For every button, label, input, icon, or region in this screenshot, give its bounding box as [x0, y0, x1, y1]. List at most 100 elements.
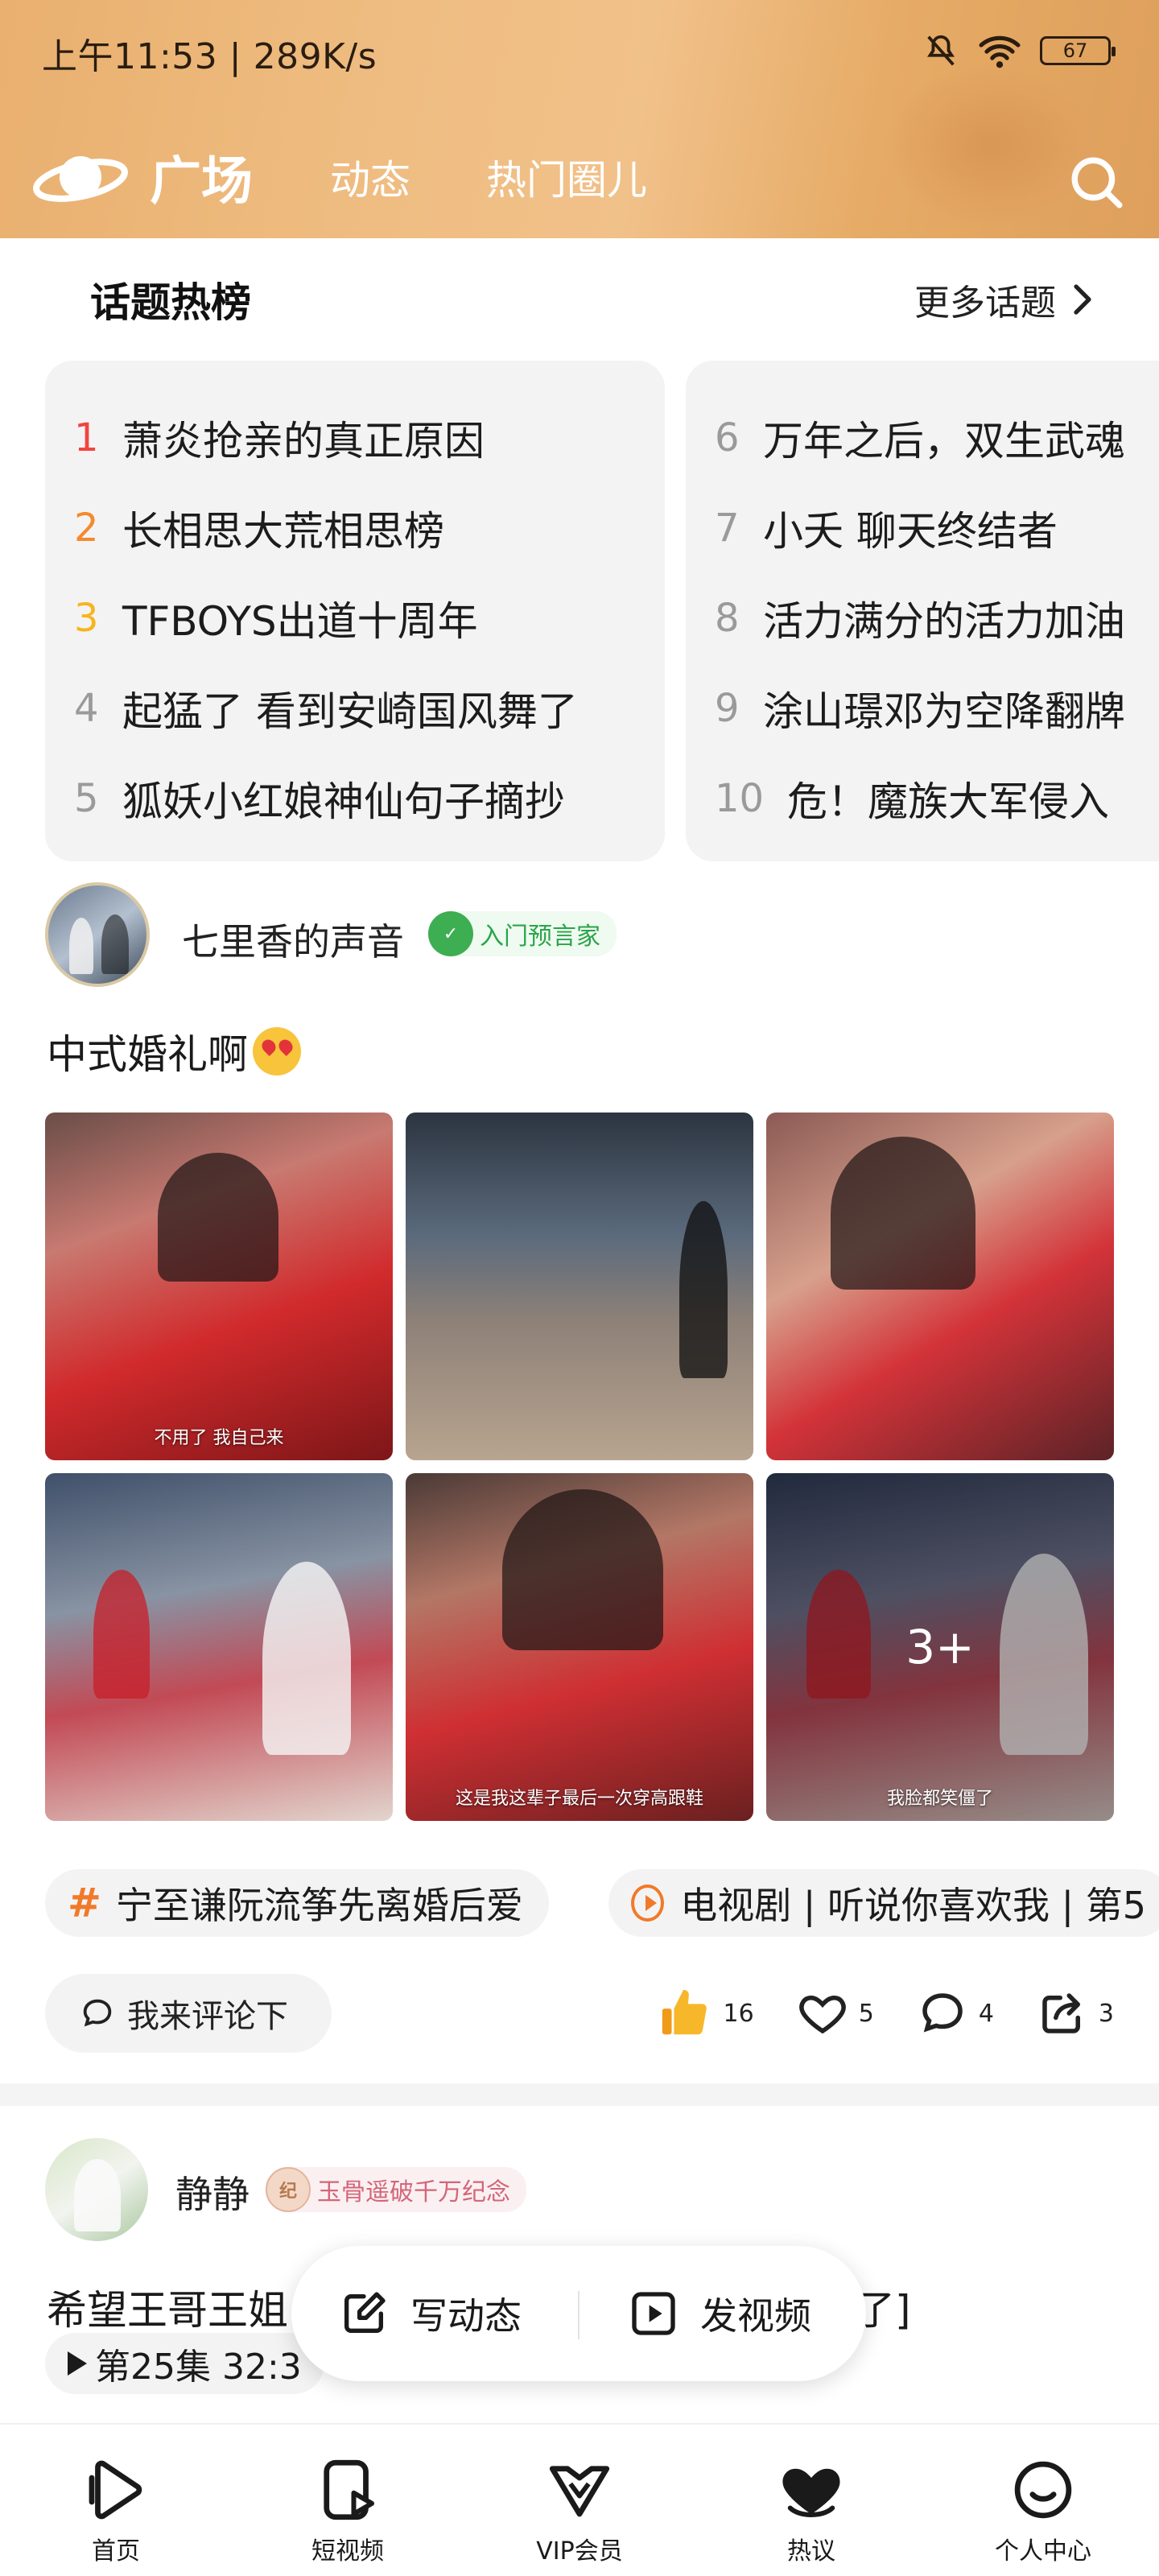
more-topics-label: 更多话题: [914, 283, 1056, 324]
tab-label: 热议: [787, 2537, 835, 2566]
share-button[interactable]: 3: [1036, 1987, 1114, 2040]
comment-icon: [922, 1993, 963, 2033]
smiley-profile-icon: [1014, 2461, 1072, 2519]
compose-floating-bar: 写动态 发视频: [291, 2246, 866, 2381]
badge-label: 玉骨遥破千万纪念: [317, 2178, 510, 2207]
topic-text: 小夭 聊天终结者: [763, 508, 1058, 555]
topic-item[interactable]: 3 TFBOYS出道十周年: [74, 573, 665, 663]
post-body: 中式婚礼啊: [47, 1031, 248, 1078]
comment-button[interactable]: 4: [916, 1987, 994, 2040]
topic-text: 长相思大荒相思榜: [122, 508, 444, 555]
heart-icon: [798, 1995, 846, 2034]
more-images-overlay[interactable]: 3+: [766, 1473, 1114, 1821]
topic-item[interactable]: 1 萧炎抢亲的真正原因: [74, 393, 665, 483]
vip-crown-icon: [549, 2466, 610, 2517]
play-icon: [68, 2351, 87, 2376]
tab-feed[interactable]: 动态: [330, 148, 410, 206]
image-subtitle: 不用了 我自己来: [154, 1428, 284, 1448]
tag-label: 宁至谦阮流筝先离婚后爱: [115, 1884, 523, 1927]
tab-vip[interactable]: VIP会员: [464, 2425, 695, 2576]
topic-item[interactable]: 6 万年之后，双生武魂: [715, 393, 1159, 483]
write-post-button[interactable]: 写动态: [338, 2287, 522, 2340]
image-subtitle: 这是我这辈子最后一次穿高跟鞋: [455, 1789, 703, 1809]
tab-hot-circles[interactable]: 热门圈儿: [486, 148, 647, 206]
post-body[interactable]: 希望王哥王姐: [47, 2278, 288, 2336]
rank-number: 5: [74, 776, 99, 821]
post-image[interactable]: [406, 1113, 753, 1460]
tab-label: 短视频: [311, 2537, 384, 2566]
tab-home[interactable]: 首页: [0, 2425, 232, 2576]
username[interactable]: 静静: [175, 2165, 250, 2219]
search-icon[interactable]: [1067, 153, 1127, 213]
post-image[interactable]: 这是我这辈子最后一次穿高跟鞋: [406, 1473, 753, 1821]
top-nav: 广场 动态 热门圈儿: [32, 137, 1127, 217]
avatar[interactable]: [45, 882, 150, 987]
favorite-count: 5: [858, 1999, 874, 2028]
badge-label: 入门预言家: [480, 923, 600, 951]
post-image[interactable]: [45, 1473, 393, 1821]
rank-number: 8: [715, 596, 740, 641]
topic-text: 涂山璟邓为空降翻牌: [763, 688, 1125, 735]
comment-input-button[interactable]: 我来评论下: [45, 1974, 332, 2053]
topic-text: TFBOYS出道十周年: [122, 598, 478, 645]
heart-filled-icon: [782, 2468, 840, 2517]
post-actions: 16 5 4 3: [616, 1974, 1114, 2053]
tab-hot-discussion[interactable]: 热议: [695, 2425, 927, 2576]
mute-icon: [927, 35, 955, 66]
topic-item[interactable]: 2 长相思大荒相思榜: [74, 483, 665, 573]
play-circle-icon: [631, 1885, 665, 1922]
post-image[interactable]: 3+ 我脸都笑僵了: [766, 1473, 1114, 1821]
tab-short-video[interactable]: 短视频: [232, 2425, 464, 2576]
more-topics-link[interactable]: 更多话题: [914, 274, 1095, 325]
avatar[interactable]: [45, 2138, 148, 2241]
thumbs-up-icon: [662, 1989, 707, 2035]
topic-item[interactable]: 10 危！魔族大军侵入: [715, 753, 1159, 844]
user-badge: 纪 玉骨遥破千万纪念: [266, 2167, 526, 2212]
topic-text: 万年之后，双生武魂: [763, 418, 1125, 464]
status-bar: 上午11:53 | 289K/s 67: [42, 27, 1116, 77]
write-post-label: 写动态: [410, 2294, 522, 2338]
play-home-icon: [89, 2460, 142, 2520]
app-header: 上午11:53 | 289K/s 67 广场 动态 热门圈儿: [0, 0, 1159, 238]
episode-chip[interactable]: 第25集 32:3: [45, 2333, 324, 2394]
topic-text: 狐妖小红娘神仙句子摘抄: [122, 778, 565, 825]
rank-number: 6: [715, 415, 740, 460]
phone-video-icon: [324, 2459, 374, 2520]
topic-text: 萧炎抢亲的真正原因: [122, 418, 485, 464]
tab-profile[interactable]: 个人中心: [927, 2425, 1159, 2576]
rank-number: 10: [715, 776, 765, 821]
rank-number: 7: [715, 506, 740, 551]
username[interactable]: 七里香的声音: [182, 913, 404, 966]
like-button[interactable]: 16: [658, 1982, 754, 2045]
image-subtitle: 我脸都笑僵了: [886, 1789, 993, 1809]
share-count: 3: [1098, 1999, 1114, 2028]
post-text[interactable]: 中式婚礼啊: [47, 1022, 301, 1080]
planet-logo-icon: [33, 156, 128, 202]
topic-item[interactable]: 4 起猛了 看到安崎国风舞了: [74, 663, 665, 753]
rank-number: 3: [74, 596, 99, 641]
chevron-right-icon: [1074, 284, 1091, 315]
topic-item[interactable]: 7 小夭 聊天终结者: [715, 483, 1159, 573]
tab-label: 首页: [92, 2537, 140, 2566]
post-image[interactable]: [766, 1113, 1114, 1460]
separator: [578, 2291, 580, 2339]
topic-item[interactable]: 5 狐妖小红娘神仙句子摘抄: [74, 753, 665, 844]
edit-icon: [344, 2292, 386, 2333]
status-time: 上午11:53 | 289K/s: [42, 36, 377, 77]
topic-item[interactable]: 9 涂山璟邓为空降翻牌: [715, 663, 1159, 753]
comment-placeholder: 我来评论下: [127, 1998, 288, 2035]
more-images-count: 3+: [905, 1620, 975, 1674]
post-image[interactable]: 不用了 我自己来: [45, 1113, 393, 1460]
tab-label: VIP会员: [536, 2537, 623, 2566]
topic-item[interactable]: 8 活力满分的活力加油: [715, 573, 1159, 663]
topic-text: 危！魔族大军侵入: [787, 778, 1109, 825]
tab-label: 个人中心: [995, 2537, 1091, 2566]
tag-label: 电视剧 | 听说你喜欢我 | 第5: [680, 1884, 1146, 1927]
topic-text: 活力满分的活力加油: [763, 598, 1125, 645]
topics-title: 话题热榜: [90, 279, 251, 326]
favorite-button[interactable]: 5: [796, 1987, 874, 2040]
post-video-button[interactable]: 发视频: [628, 2287, 811, 2340]
topic-tag[interactable]: # 宁至谦阮流筝先离婚后爱: [45, 1869, 549, 1937]
tab-plaza[interactable]: 广场: [150, 140, 253, 214]
video-tag[interactable]: 电视剧 | 听说你喜欢我 | 第5: [608, 1869, 1159, 1937]
